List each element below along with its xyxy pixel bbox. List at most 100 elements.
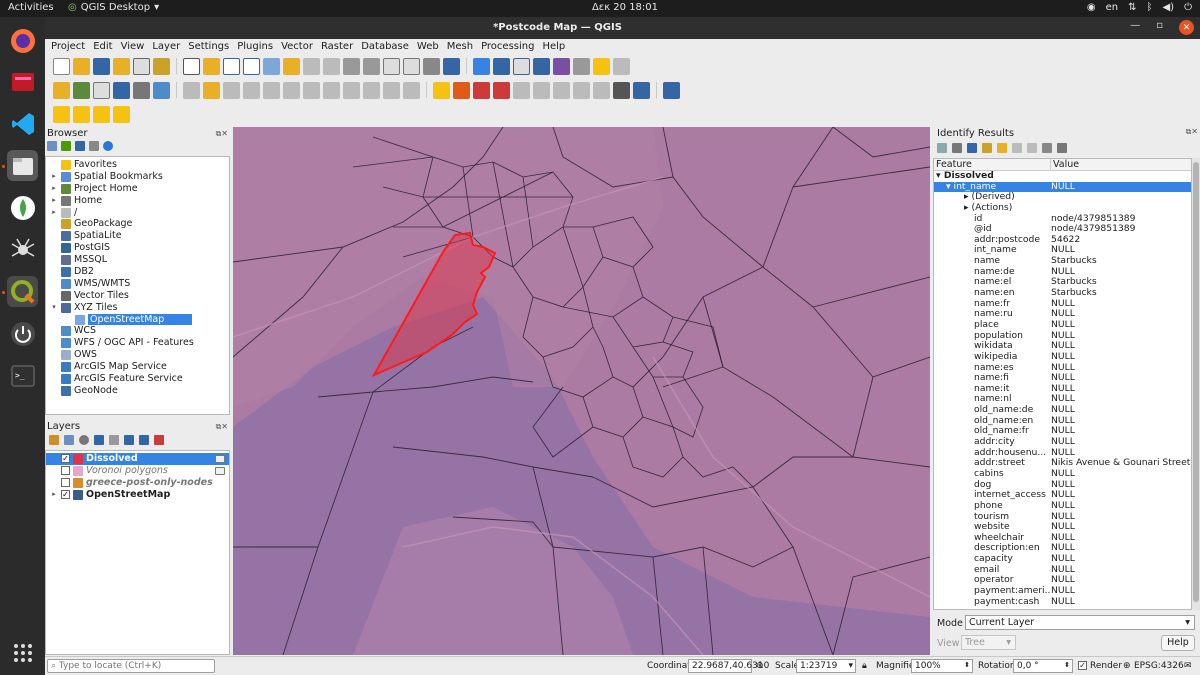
- layer-visibility-checkbox[interactable]: [61, 478, 70, 488]
- collapse-tree-icon[interactable]: [952, 143, 962, 153]
- mode-select[interactable]: Current Layer ▾: [965, 615, 1195, 630]
- zoom-next-icon[interactable]: [363, 57, 380, 75]
- browser-item[interactable]: Favorites: [46, 159, 229, 171]
- zoom-last-icon[interactable]: [343, 57, 360, 75]
- crs-globe-icon[interactable]: ⊕: [1123, 661, 1131, 671]
- identify-scrollbar[interactable]: [1192, 158, 1200, 610]
- attribute-row[interactable]: payment:ameri... NULL: [934, 586, 1191, 597]
- menu-raster[interactable]: Raster: [321, 41, 353, 52]
- zoom-full-icon[interactable]: [263, 57, 280, 75]
- mouse-coordinate-toggle-icon[interactable]: ⊛: [756, 661, 764, 671]
- expand-arrow-icon[interactable]: ▾: [50, 302, 58, 314]
- label-show-icon[interactable]: [473, 81, 490, 99]
- identify-derived-row[interactable]: ▸ (Derived): [934, 192, 1191, 203]
- modify-attributes-icon[interactable]: [283, 81, 300, 99]
- layer-visibility-checkbox[interactable]: [61, 466, 70, 476]
- filter-icon[interactable]: [75, 141, 85, 151]
- browser-item[interactable]: OpenStreetMap: [46, 313, 229, 326]
- pan-icon[interactable]: [183, 57, 200, 75]
- menu-plugins[interactable]: Plugins: [237, 41, 273, 52]
- attribute-row[interactable]: wikipedia NULL: [934, 352, 1191, 363]
- browser-item[interactable]: ▾ XYZ Tiles: [46, 302, 229, 314]
- new-map-view-icon[interactable]: [383, 57, 400, 75]
- data-source-icon[interactable]: [53, 81, 70, 99]
- attribute-row[interactable]: name:el Starbucks: [934, 277, 1191, 288]
- digitize-2-icon[interactable]: [533, 81, 550, 99]
- browser-item[interactable]: ▸ Project Home: [46, 183, 229, 195]
- browser-item[interactable]: WCS: [46, 325, 229, 337]
- system-tray[interactable]: ◉ en ⇅ ᛒ ◀) ⏻: [1087, 2, 1192, 13]
- filter-legend-icon[interactable]: [94, 435, 104, 445]
- pan-to-selection-icon[interactable]: [203, 57, 220, 75]
- add-group-icon[interactable]: [64, 435, 74, 445]
- view-select[interactable]: Tree ▾: [961, 635, 1016, 650]
- layer-visibility-checkbox[interactable]: ✓: [61, 454, 70, 464]
- digitize-3-icon[interactable]: [553, 81, 570, 99]
- expand-arrow-icon[interactable]: ▸: [50, 183, 58, 195]
- menu-help[interactable]: Help: [542, 41, 565, 52]
- rotation-field[interactable]: 0,0 ° ⬍: [1013, 659, 1073, 673]
- save-as-icon[interactable]: [113, 57, 130, 75]
- qgis-dock-icon[interactable]: [7, 276, 38, 307]
- cut-icon[interactable]: [323, 81, 340, 99]
- language-indicator[interactable]: en: [1106, 2, 1119, 13]
- save-project-icon[interactable]: [93, 57, 110, 75]
- crs-button[interactable]: EPSG:4326: [1134, 661, 1184, 671]
- attribute-row[interactable]: name:de NULL: [934, 267, 1191, 278]
- attribute-row[interactable]: addr:street Nikis Avenue & Gounari Street: [934, 458, 1191, 469]
- zoom-layer-icon[interactable]: [303, 57, 320, 75]
- identify-actions-row[interactable]: ▸ (Actions): [934, 203, 1191, 214]
- menu-settings[interactable]: Settings: [188, 41, 229, 52]
- zoom-native-icon[interactable]: [323, 57, 340, 75]
- attribute-row[interactable]: internet_access NULL: [934, 490, 1191, 501]
- scale-field[interactable]: 1:23719 ▾: [796, 659, 856, 673]
- feature-column-header[interactable]: Feature: [934, 159, 1051, 170]
- attribute-row[interactable]: @id node/4379851389: [934, 224, 1191, 235]
- zoom-in-icon[interactable]: [223, 57, 240, 75]
- attribute-row[interactable]: int_name NULL: [934, 245, 1191, 256]
- help-toolbar-icon[interactable]: [663, 81, 680, 99]
- identify-layer-row[interactable]: ▾ Dissolved: [934, 171, 1191, 182]
- identify-icon[interactable]: [473, 57, 490, 75]
- lock-icon[interactable]: 🔒︎: [862, 661, 867, 671]
- visibility-icon[interactable]: [79, 435, 89, 445]
- expand-arrow-icon[interactable]: ▸: [50, 207, 58, 219]
- attribute-row[interactable]: name:en Starbucks: [934, 288, 1191, 299]
- terminal-red-icon[interactable]: [7, 66, 38, 97]
- value-column-header[interactable]: Value: [1051, 159, 1079, 170]
- add-feature-icon[interactable]: [243, 81, 260, 99]
- clock[interactable]: Δεκ 20 18:01: [0, 2, 1200, 13]
- scrollbar-thumb[interactable]: [1193, 162, 1199, 602]
- attribute-row[interactable]: name:es NULL: [934, 363, 1191, 374]
- digitize-1-icon[interactable]: [513, 81, 530, 99]
- redo-icon[interactable]: [403, 81, 420, 99]
- save-edits-icon[interactable]: [223, 81, 240, 99]
- close-icon[interactable]: ✕: [1179, 20, 1194, 35]
- browser-item[interactable]: DB2: [46, 266, 229, 278]
- mongodb-icon[interactable]: [7, 192, 38, 223]
- browser-item[interactable]: ▸ Home: [46, 195, 229, 207]
- expand-arrow-icon[interactable]: ▸: [50, 195, 58, 207]
- coordinate-field[interactable]: 22.9687,40.6310: [688, 659, 769, 673]
- toggle-edit-icon[interactable]: [183, 81, 200, 99]
- messages-icon[interactable]: ✉: [1184, 661, 1192, 671]
- attribute-row[interactable]: operator NULL: [934, 575, 1191, 586]
- digitize-4-icon[interactable]: [573, 81, 590, 99]
- zoom-selection-icon[interactable]: [283, 57, 300, 75]
- expand-all-icon[interactable]: [124, 435, 134, 445]
- menu-layer[interactable]: Layer: [152, 41, 180, 52]
- browser-item[interactable]: Vector Tiles: [46, 290, 229, 302]
- expand-arrow-icon[interactable]: ▸: [50, 489, 58, 501]
- browser-item[interactable]: MSSQL: [46, 254, 229, 266]
- add-wms-icon[interactable]: [153, 81, 170, 99]
- attribute-row[interactable]: cabins NULL: [934, 469, 1191, 480]
- digitize-5-icon[interactable]: [593, 81, 610, 99]
- tooltip-icon[interactable]: [113, 105, 130, 123]
- statistics-icon[interactable]: [513, 57, 530, 75]
- collapse-all-icon[interactable]: [89, 141, 99, 151]
- attribute-row[interactable]: wikidata NULL: [934, 341, 1191, 352]
- attribute-row[interactable]: wheelchair NULL: [934, 533, 1191, 544]
- browser-item[interactable]: PostGIS: [46, 242, 229, 254]
- layer-indicator-icon[interactable]: [215, 455, 225, 463]
- browser-item[interactable]: GeoPackage: [46, 218, 229, 230]
